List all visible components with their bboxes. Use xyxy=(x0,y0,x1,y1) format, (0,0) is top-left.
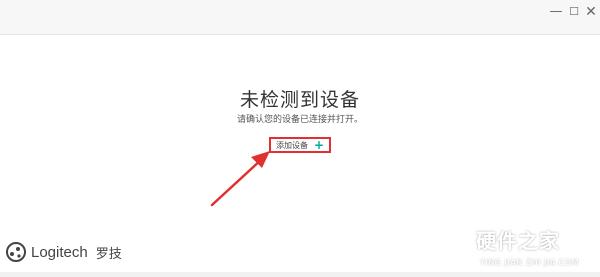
logitech-logo: Logitech 罗技 xyxy=(6,242,122,262)
cube-logo-icon xyxy=(432,222,472,269)
main-content: 未检测到设备 请确认您的设备已连接并打开。 添加设备 + Logitech 罗技… xyxy=(0,35,600,272)
watermark-title: 硬件之家 xyxy=(476,229,560,253)
brand-name: Logitech xyxy=(31,243,88,261)
close-button[interactable]: ✕ xyxy=(579,0,600,24)
brand-name-cn: 罗技 xyxy=(95,246,122,262)
title-bar: — ☐ ✕ xyxy=(0,0,600,35)
watermark-subtitle: YING JIAN ZHI JIA.COM xyxy=(480,258,579,267)
site-watermark: 硬件之家 YING JIAN ZHI JIA.COM xyxy=(430,221,600,277)
logitech-mark-icon xyxy=(6,242,26,262)
